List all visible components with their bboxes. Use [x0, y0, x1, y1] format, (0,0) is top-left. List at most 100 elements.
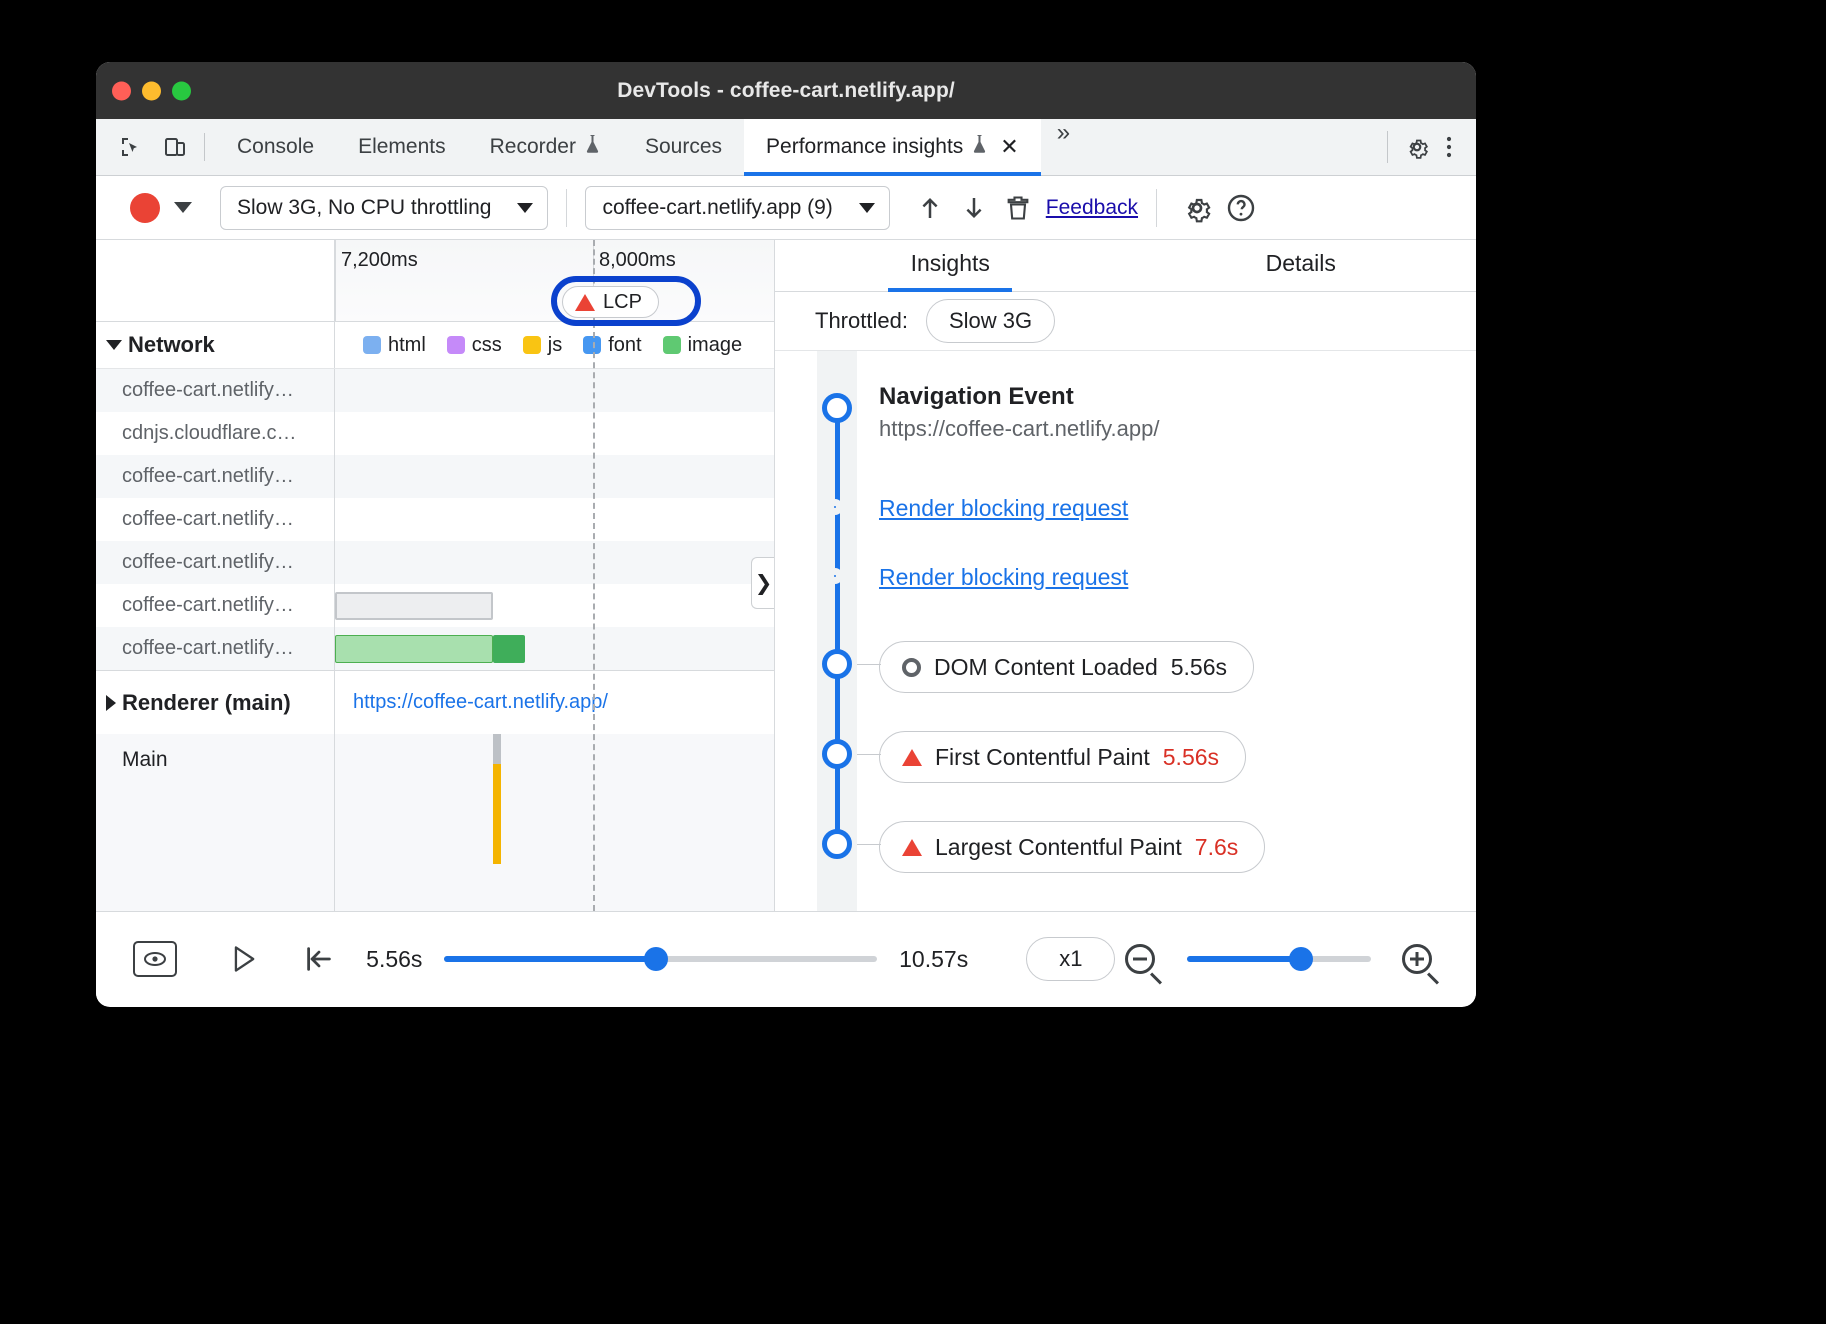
tab-sources[interactable]: Sources: [623, 119, 744, 175]
network-row-track: [335, 369, 774, 412]
more-tabs-icon[interactable]: »: [1041, 119, 1086, 175]
chevron-right-icon[interactable]: [106, 695, 116, 711]
table-row[interactable]: coffee-cart.netlify…: [96, 369, 774, 412]
expand-sidebar-button[interactable]: ❯: [751, 557, 775, 609]
timeline-node[interactable]: [822, 829, 852, 859]
timeline-node[interactable]: [827, 568, 843, 584]
playback-toolbar: 5.56s 10.57s x1: [96, 911, 1476, 1006]
network-request-bar-tail[interactable]: [493, 635, 525, 663]
network-row-name: coffee-cart.netlify…: [96, 498, 335, 541]
timeline-playhead-line: [593, 322, 595, 911]
throttling-select[interactable]: Slow 3G, No CPU throttling: [220, 186, 548, 230]
filmstrip-preview-icon[interactable]: [130, 937, 179, 981]
download-icon[interactable]: [952, 186, 996, 230]
timeline-range-slider[interactable]: [444, 956, 877, 962]
trash-icon[interactable]: [996, 186, 1040, 230]
chevron-down-icon[interactable]: [106, 340, 122, 350]
record-options-dropdown[interactable]: [168, 193, 198, 223]
ruler-tick-label: 7,200ms: [335, 249, 418, 272]
main-thread-task-bar[interactable]: [493, 734, 501, 764]
table-row[interactable]: coffee-cart.netlify…: [96, 584, 774, 627]
navigation-event-url: https://coffee-cart.netlify.app/: [879, 416, 1159, 442]
network-row-track: [335, 498, 774, 541]
table-row[interactable]: coffee-cart.netlify…: [96, 455, 774, 498]
close-window-button[interactable]: [112, 81, 131, 100]
feedback-link[interactable]: Feedback: [1046, 196, 1138, 220]
throttled-value-badge[interactable]: Slow 3G: [926, 299, 1055, 343]
network-track-title-cell[interactable]: Network: [96, 322, 335, 368]
gear-icon[interactable]: [1404, 134, 1430, 160]
render-blocking-request-link[interactable]: Render blocking request: [879, 564, 1128, 590]
table-row[interactable]: cdnjs.cloudflare.c…: [96, 412, 774, 455]
list-item[interactable]: Render blocking request: [775, 564, 1476, 641]
timeline-node[interactable]: [822, 393, 852, 423]
tab-sources-label: Sources: [645, 135, 722, 159]
zoom-slider[interactable]: [1187, 956, 1371, 962]
tab-bar-right-icons: [1377, 119, 1476, 175]
metric-badge-first-contentful-paint[interactable]: First Contentful Paint 5.56s: [879, 731, 1246, 783]
list-item[interactable]: Largest Contentful Paint 7.6s: [775, 821, 1476, 911]
tab-console[interactable]: Console: [215, 119, 336, 175]
legend-item-html: html: [363, 334, 426, 357]
tab-performance-insights[interactable]: Performance insights ✕: [744, 119, 1041, 175]
tab-details[interactable]: Details: [1126, 250, 1477, 291]
table-row[interactable]: coffee-cart.netlify…: [96, 627, 774, 670]
lcp-marker[interactable]: LCP: [562, 286, 659, 318]
zoom-out-icon[interactable]: [1115, 937, 1164, 981]
toolbar-divider-1: [566, 189, 567, 227]
metric-label: First Contentful Paint: [935, 744, 1150, 771]
renderer-track-header[interactable]: Renderer (main) https://coffee-cart.netl…: [96, 670, 774, 734]
zoom-in-icon[interactable]: [1393, 937, 1442, 981]
red-triangle-icon: [575, 294, 595, 311]
node-connector: [857, 754, 881, 755]
network-request-bar[interactable]: [335, 635, 493, 663]
metric-badge-dom-content-loaded[interactable]: DOM Content Loaded 5.56s: [879, 641, 1254, 693]
renderer-url-label[interactable]: https://coffee-cart.netlify.app/: [335, 691, 608, 714]
renderer-track-title-cell[interactable]: Renderer (main): [96, 671, 335, 734]
list-item[interactable]: Navigation Event https://coffee-cart.net…: [775, 383, 1476, 495]
largest-contentful-paint-content: Largest Contentful Paint 7.6s: [879, 821, 1265, 873]
tab-recorder[interactable]: Recorder: [468, 119, 623, 175]
close-tab-icon[interactable]: ✕: [1000, 134, 1018, 160]
main-thread-script-bar[interactable]: [493, 764, 501, 864]
legend-label-font: font: [608, 334, 641, 357]
minimize-window-button[interactable]: [142, 81, 161, 100]
timeline-range-knob[interactable]: [644, 947, 668, 971]
render-blocking-request-link[interactable]: Render blocking request: [879, 495, 1128, 521]
zoom-slider-fill: [1187, 956, 1301, 962]
list-item[interactable]: DOM Content Loaded 5.56s: [775, 641, 1476, 731]
table-row[interactable]: coffee-cart.netlify…: [96, 541, 774, 584]
play-icon[interactable]: [219, 937, 268, 981]
network-request-bar[interactable]: [335, 592, 493, 620]
gear-icon[interactable]: [1175, 186, 1219, 230]
main-thread-track[interactable]: Main: [96, 734, 774, 911]
zoom-slider-knob[interactable]: [1289, 947, 1313, 971]
upload-icon[interactable]: [908, 186, 952, 230]
timeline-node[interactable]: [822, 649, 852, 679]
insights-pane: Insights Details Throttled: Slow 3G: [775, 240, 1476, 911]
tab-elements[interactable]: Elements: [336, 119, 468, 175]
list-item[interactable]: First Contentful Paint 5.56s: [775, 731, 1476, 821]
list-item[interactable]: Render blocking request: [775, 495, 1476, 564]
help-icon[interactable]: [1219, 186, 1263, 230]
device-toolbar-icon[interactable]: [162, 134, 188, 160]
more-options-icon[interactable]: [1436, 134, 1462, 160]
page-select-value: coffee-cart.netlify.app (9): [602, 196, 832, 220]
devtools-window: DevTools - coffee-cart.netlify.app/ Cons…: [96, 62, 1476, 1007]
jump-to-start-icon[interactable]: [295, 937, 344, 981]
record-button[interactable]: [130, 193, 160, 223]
timeline-node[interactable]: [822, 739, 852, 769]
network-row-name: cdnjs.cloudflare.c…: [96, 412, 335, 455]
inspect-element-icon[interactable]: [118, 134, 144, 160]
timeline-node[interactable]: [827, 499, 843, 515]
page-select[interactable]: coffee-cart.netlify.app (9): [585, 186, 889, 230]
maximize-window-button[interactable]: [172, 81, 191, 100]
tab-bar-divider: [204, 133, 205, 161]
table-row[interactable]: coffee-cart.netlify…: [96, 498, 774, 541]
playback-speed-badge[interactable]: x1: [1026, 937, 1115, 981]
legend-label-css: css: [472, 334, 502, 357]
ring-icon: [902, 658, 921, 677]
metric-badge-largest-contentful-paint[interactable]: Largest Contentful Paint 7.6s: [879, 821, 1265, 873]
tab-insights[interactable]: Insights: [775, 250, 1126, 291]
network-track-header[interactable]: Network html css: [96, 322, 774, 369]
